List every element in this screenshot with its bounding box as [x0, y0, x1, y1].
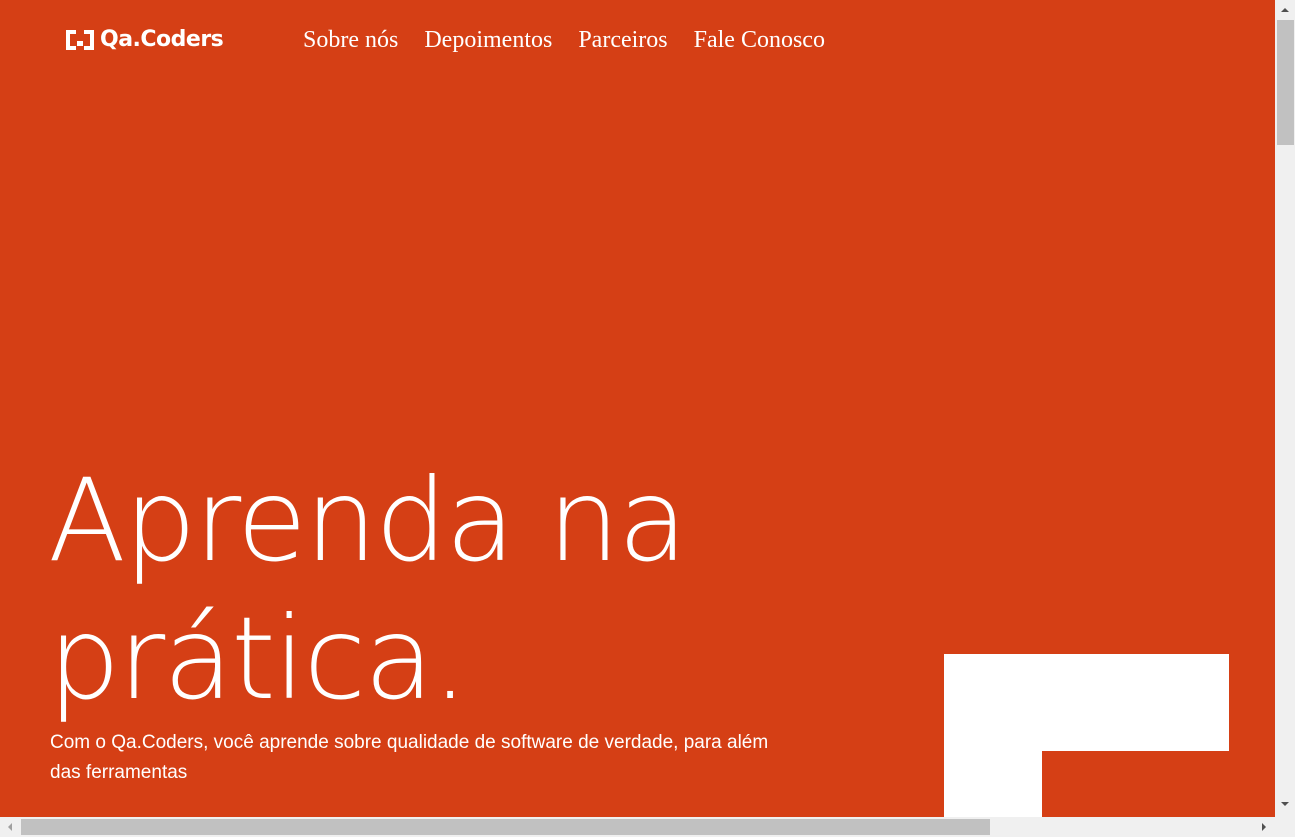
hero-title-line2: prática. — [48, 592, 468, 725]
hero-title: Aprenda na prática. — [48, 452, 768, 728]
decorative-bracket-shape — [944, 654, 1229, 817]
nav-link-depoimentos[interactable]: Depoimentos — [424, 24, 552, 56]
page-viewport: Qa.Coders Sobre nós Depoimentos Parceiro… — [0, 0, 1275, 817]
nav-link-fale-conosco[interactable]: Fale Conosco — [694, 24, 825, 56]
horizontal-scrollbar-thumb[interactable] — [21, 819, 990, 835]
bracket-logo-icon — [66, 30, 94, 50]
hero-subtitle: Com o Qa.Coders, você aprende sobre qual… — [50, 732, 769, 783]
vertical-scrollbar-thumb[interactable] — [1277, 20, 1294, 145]
scrollbar-corner — [1275, 817, 1295, 837]
site-logo[interactable]: Qa.Coders — [66, 27, 224, 52]
main-nav: Sobre nós Depoimentos Parceiros Fale Con… — [303, 24, 825, 56]
chevron-right-icon[interactable] — [1260, 822, 1268, 832]
hero-title-line1: Aprenda na — [48, 454, 688, 587]
horizontal-scrollbar[interactable] — [0, 817, 1275, 837]
vertical-scrollbar[interactable] — [1275, 0, 1295, 817]
chevron-left-icon[interactable] — [6, 822, 14, 832]
nav-link-parceiros[interactable]: Parceiros — [578, 24, 667, 56]
chevron-down-icon[interactable] — [1280, 800, 1290, 808]
logo-text: Qa.Coders — [100, 27, 224, 52]
nav-link-sobre-nos[interactable]: Sobre nós — [303, 24, 398, 56]
chevron-up-icon[interactable] — [1280, 6, 1290, 14]
